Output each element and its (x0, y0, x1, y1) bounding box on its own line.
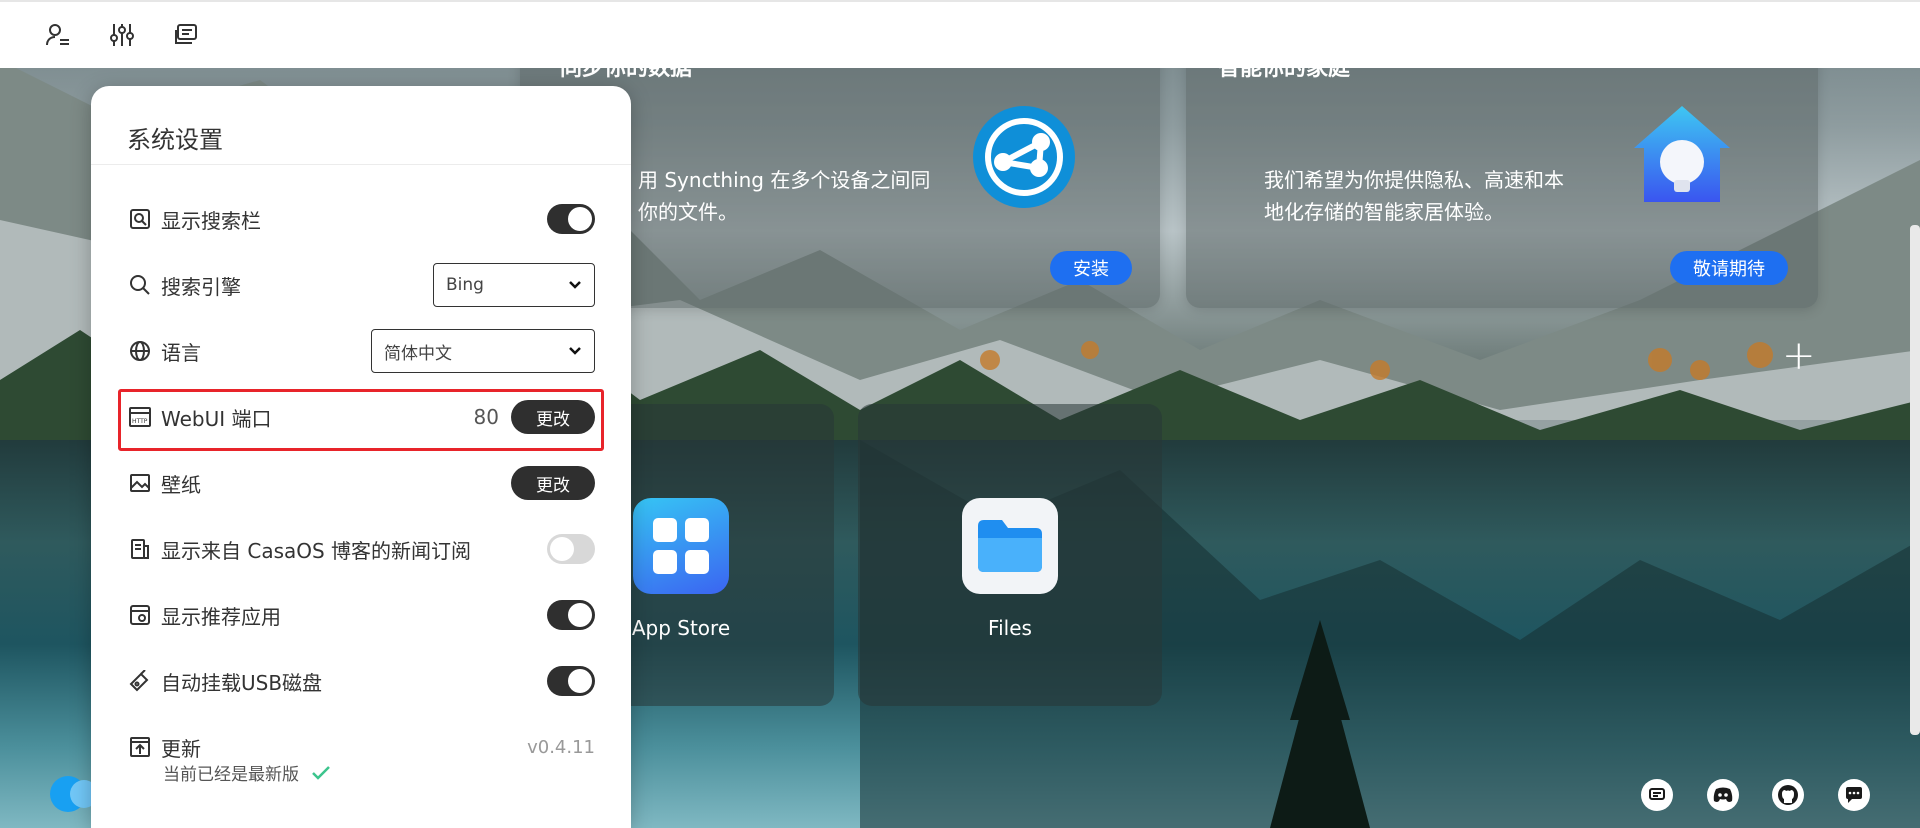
row-recommended-apps: 显示推荐应用 (127, 590, 595, 640)
row-show-search-bar: 显示搜索栏 (127, 194, 595, 244)
row-news-feed: 显示来自 CasaOS 博客的新闻订阅 (127, 524, 595, 574)
user-settings-icon[interactable] (40, 17, 76, 53)
update-icon (127, 734, 153, 760)
search-bar-label: 显示搜索栏 (161, 208, 261, 233)
recommended-apps-label: 显示推荐应用 (161, 604, 281, 629)
row-language: 语言 简体中文 (127, 326, 595, 376)
search-engine-select[interactable]: Bing (433, 263, 595, 307)
recommended-apps-toggle[interactable] (547, 600, 595, 630)
image-icon (127, 470, 153, 496)
sliders-icon[interactable] (104, 17, 140, 53)
widgets-icon[interactable] (168, 17, 204, 53)
add-app-button[interactable]: + (1782, 336, 1816, 376)
search-engine-label: 搜索引擎 (161, 274, 241, 299)
row-wallpaper: 壁纸 更改 (127, 458, 595, 508)
recommend-icon (127, 602, 153, 628)
app-store-icon (633, 498, 729, 594)
smart-home-card-desc: 我们希望为你提供隐私、高速和本 地化存储的智能家居体验。 (1264, 168, 1564, 224)
message-icon[interactable] (1641, 779, 1673, 811)
row-search-engine: 搜索引擎 Bing (127, 260, 595, 310)
news-feed-toggle[interactable] (547, 534, 595, 564)
install-button[interactable]: 安装 (1050, 251, 1132, 285)
syncthing-icon (973, 106, 1075, 208)
coming-soon-button[interactable]: 敬请期待 (1670, 251, 1788, 285)
top-bar (0, 0, 1920, 68)
globe-icon (127, 338, 153, 364)
check-icon (312, 765, 330, 780)
page-scrollbar[interactable] (1910, 225, 1920, 735)
chevron-down-icon (569, 347, 581, 355)
settings-title: 系统设置 (127, 126, 223, 154)
github-icon[interactable] (1772, 779, 1804, 811)
change-wallpaper-button[interactable]: 更改 (511, 466, 595, 500)
files-label: Files (988, 616, 1032, 640)
news-feed-label: 显示来自 CasaOS 博客的新闻订阅 (161, 538, 472, 563)
news-icon (127, 536, 153, 562)
search-bar-toggle[interactable] (547, 204, 595, 234)
smart-home-icon (1630, 102, 1734, 212)
row-auto-mount-usb: 自动挂载USB磁盘 (127, 656, 595, 706)
wallpaper-label: 壁纸 (161, 472, 201, 497)
port-highlight-box (118, 389, 604, 451)
chat-icon[interactable] (1838, 779, 1870, 811)
update-status: 当前已经是最新版 (163, 760, 331, 785)
version-text: v0.4.11 (527, 736, 595, 758)
search-icon (127, 272, 153, 298)
language-select[interactable]: 简体中文 (371, 329, 595, 373)
syncthing-card-desc: 用 Syncthing 在多个设备之间同 你的文件。 (638, 168, 931, 224)
discord-icon[interactable] (1707, 779, 1739, 811)
usb-icon (127, 668, 153, 694)
smart-home-card: 智能你的家庭 我们希望为你提供隐私、高速和本 地化存储的智能家居体验。 敬请期待 (1186, 40, 1818, 308)
language-label: 语言 (161, 340, 201, 365)
chevron-down-icon (569, 281, 581, 289)
update-label: 更新 (161, 736, 201, 761)
auto-mount-usb-label: 自动挂载USB磁盘 (161, 670, 323, 695)
search-box-icon (127, 206, 153, 232)
settings-divider (91, 164, 631, 165)
auto-mount-usb-toggle[interactable] (547, 666, 595, 696)
app-tile-files[interactable]: Files (858, 404, 1162, 706)
settings-panel: 系统设置 显示搜索栏 搜索引擎 Bing 语言 简体中文 HTTP WebUI … (91, 86, 631, 828)
folder-icon (962, 498, 1058, 594)
